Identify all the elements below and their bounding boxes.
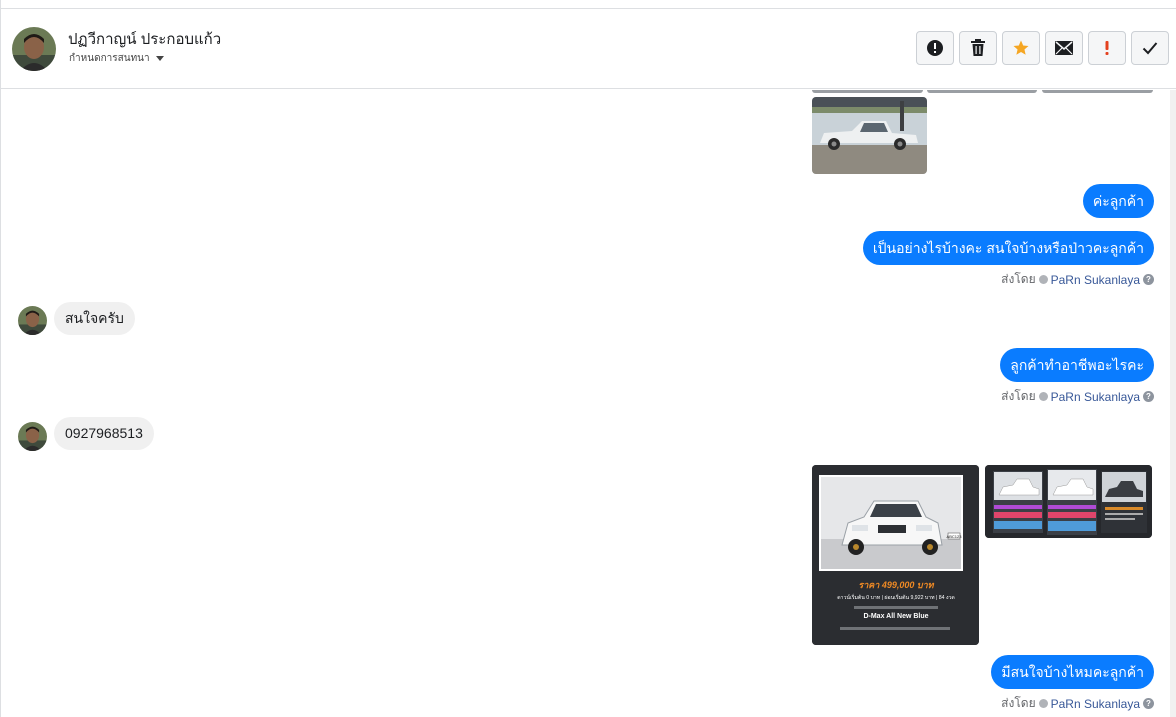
- sent-by-prefix: ส่งโดย: [1001, 272, 1036, 286]
- contact-avatar-small: [18, 306, 47, 335]
- mark-important-button[interactable]: [1088, 31, 1126, 65]
- previous-image-edge: [927, 90, 1037, 93]
- mark-done-button[interactable]: [1131, 31, 1169, 65]
- truck-photo[interactable]: [812, 97, 927, 174]
- plate-text: ABC123: [947, 534, 963, 539]
- checkmark-icon: [1142, 42, 1158, 55]
- outgoing-message[interactable]: ลูกค้าทำอาชีพอะไรคะ: [1000, 348, 1154, 382]
- star-button[interactable]: [1002, 31, 1040, 65]
- conversation-header: ปฏวีกาญน์ ประกอบแก้ว กำหนดการสนทนา: [1, 9, 1176, 89]
- outgoing-message[interactable]: มีสนใจบ้างไหมคะลูกค้า: [991, 655, 1154, 689]
- help-icon[interactable]: ?: [1143, 698, 1154, 709]
- sent-by-label: ส่งโดย PaRn Sukanlaya ?: [1001, 694, 1154, 713]
- previous-image-edge: [812, 90, 923, 93]
- caret-down-icon[interactable]: [155, 56, 164, 61]
- trash-icon: [971, 39, 985, 56]
- sent-by-agent[interactable]: PaRn Sukanlaya: [1051, 697, 1140, 711]
- star-icon: [1013, 40, 1029, 55]
- ad-terms: ดาวน์เริ่มต้น 0 บาท | ผ่อนเริ่มต้น 9,922…: [837, 594, 955, 601]
- contact-name: ปฏวีกาญน์ ประกอบแก้ว: [68, 31, 222, 48]
- agent-status-icon: [1038, 275, 1048, 284]
- car-collage-image[interactable]: [985, 465, 1152, 538]
- outgoing-message[interactable]: ค่ะลูกค้า: [1082, 184, 1154, 218]
- agent-status-icon: [1038, 699, 1048, 708]
- alert-circle-icon: [927, 40, 943, 56]
- contact-avatar-small: [18, 422, 47, 451]
- chat-window: ปฏวีกาญน์ ประกอบแก้ว กำหนดการสนทนา ค่ะลู…: [0, 0, 1176, 717]
- incoming-message[interactable]: สนใจครับ: [54, 302, 135, 335]
- delete-button[interactable]: [959, 31, 997, 65]
- thread-scrollbar[interactable]: [1170, 90, 1176, 717]
- ad-price: ราคา 499,000 บาท: [858, 580, 934, 590]
- sent-by-label: ส่งโดย PaRn Sukanlaya ?: [1001, 387, 1154, 406]
- previous-image-edge: [1042, 90, 1153, 93]
- mark-spam-button[interactable]: [916, 31, 954, 65]
- header-actions: [916, 31, 1169, 65]
- mark-unread-button[interactable]: [1045, 31, 1083, 65]
- conversation-subtitle[interactable]: กำหนดการสนทนา: [69, 51, 164, 66]
- sent-by-prefix: ส่งโดย: [1001, 696, 1036, 710]
- exclamation-icon: [1105, 41, 1109, 55]
- envelope-icon: [1055, 41, 1073, 55]
- help-icon[interactable]: ?: [1143, 274, 1154, 285]
- agent-status-icon: [1038, 392, 1048, 401]
- incoming-message[interactable]: 0927968513: [54, 417, 154, 450]
- help-icon[interactable]: ?: [1143, 391, 1154, 402]
- subtitle-text: กำหนดการสนทนา: [69, 53, 150, 64]
- contact-avatar[interactable]: [12, 27, 56, 71]
- car-ad-image[interactable]: ABC123 ราคา 499,000 บาท ดาวน์เริ่มต้น 0 …: [812, 465, 979, 645]
- ad-model: D-Max All New Blue: [863, 613, 928, 620]
- sent-by-agent[interactable]: PaRn Sukanlaya: [1051, 273, 1140, 287]
- message-thread[interactable]: ค่ะลูกค้า เป็นอย่างไรบ้างคะ สนใจบ้างหรือ…: [1, 90, 1176, 717]
- sent-by-label: ส่งโดย PaRn Sukanlaya ?: [1001, 270, 1154, 289]
- outgoing-message[interactable]: เป็นอย่างไรบ้างคะ สนใจบ้างหรือป่าวคะลูกค…: [862, 231, 1154, 265]
- sent-by-prefix: ส่งโดย: [1001, 389, 1036, 403]
- sent-by-agent[interactable]: PaRn Sukanlaya: [1051, 390, 1140, 404]
